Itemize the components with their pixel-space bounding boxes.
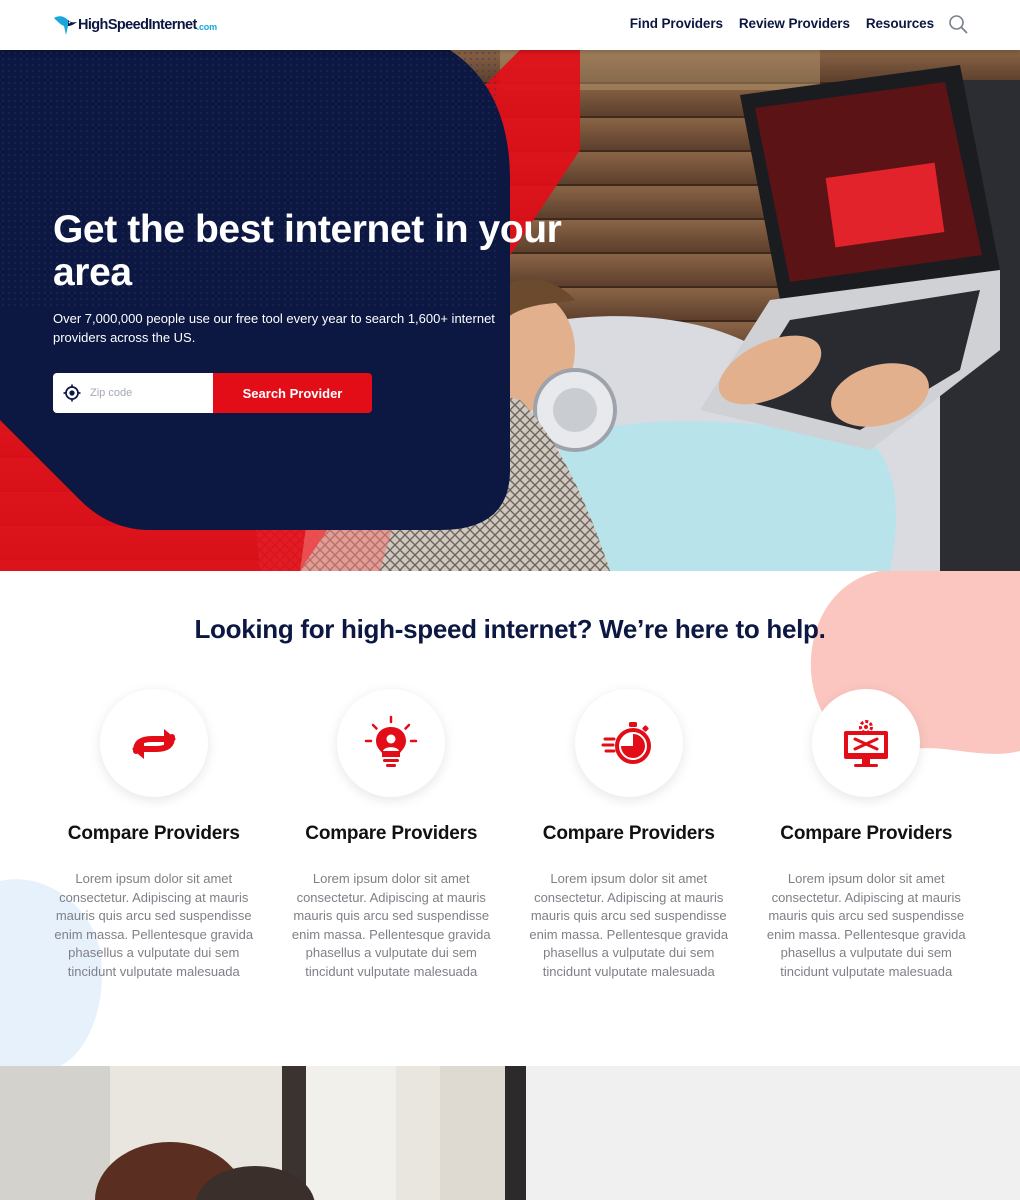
hummingbird-logo-icon — [54, 16, 77, 35]
nav-review-providers[interactable]: Review Providers — [739, 16, 850, 31]
bottom-section — [0, 1066, 1020, 1200]
feature-icon-circle — [812, 689, 921, 797]
feature-icon-circle — [574, 689, 683, 797]
feature-icon-circle — [99, 689, 208, 797]
feature-text: Lorem ipsum dolor sit amet consectetur. … — [291, 871, 491, 979]
hero-subtitle: Over 7,000,000 people use our free tool … — [53, 311, 495, 345]
feature-card: Compare Providers Lorem ipsum dolor sit … — [35, 689, 273, 982]
zip-code-input[interactable] — [90, 387, 200, 399]
search-provider-button[interactable]: Search Provider — [213, 373, 372, 413]
bottom-photo-people — [0, 1066, 526, 1200]
hero-section: Get the best internet in your area Over … — [0, 50, 1020, 571]
help-section: Looking for high-speed internet? We’re h… — [0, 571, 1020, 1066]
feature-card: Compare Providers Lorem ipsum dolor sit … — [273, 689, 511, 982]
search-icon[interactable] — [948, 14, 968, 34]
feature-text: Lorem ipsum dolor sit amet consectetur. … — [766, 871, 966, 979]
feature-text: Lorem ipsum dolor sit amet consectetur. … — [529, 871, 729, 979]
feature-icon-circle — [337, 689, 446, 797]
feature-card: Compare Providers Lorem ipsum dolor sit … — [510, 689, 748, 982]
help-heading: Looking for high-speed internet? We’re h… — [194, 614, 826, 644]
site-logo[interactable]: HighSpeedInternet .com — [53, 11, 217, 39]
zip-field-container — [53, 373, 213, 413]
feature-title: Compare Providers — [305, 823, 478, 844]
feature-text: Lorem ipsum dolor sit amet consectetur. … — [54, 871, 254, 979]
nav-find-providers[interactable]: Find Providers — [630, 16, 723, 31]
feature-title: Compare Providers — [542, 823, 715, 844]
feature-title: Compare Providers — [67, 823, 240, 844]
monitor-tools-icon — [844, 720, 889, 767]
site-header: HighSpeedInternet .com Find Providers Re… — [0, 0, 1020, 50]
feature-title: Compare Providers — [780, 823, 953, 844]
feature-card: Compare Providers Lorem ipsum dolor sit … — [748, 689, 986, 982]
main-nav: Find Providers Review Providers Resource… — [630, 16, 934, 31]
swap-arrows-icon — [131, 729, 176, 759]
features-row: Compare Providers Lorem ipsum dolor sit … — [35, 689, 985, 982]
nav-resources[interactable]: Resources — [866, 16, 934, 31]
hero-title: Get the best internet in your area — [53, 208, 562, 294]
user-lightbulb-icon — [365, 715, 418, 767]
fast-stopwatch-icon — [601, 722, 651, 764]
logo-domain: .com — [196, 21, 217, 32]
logo-text: HighSpeedInternet — [78, 17, 197, 33]
location-target-icon — [63, 384, 81, 402]
